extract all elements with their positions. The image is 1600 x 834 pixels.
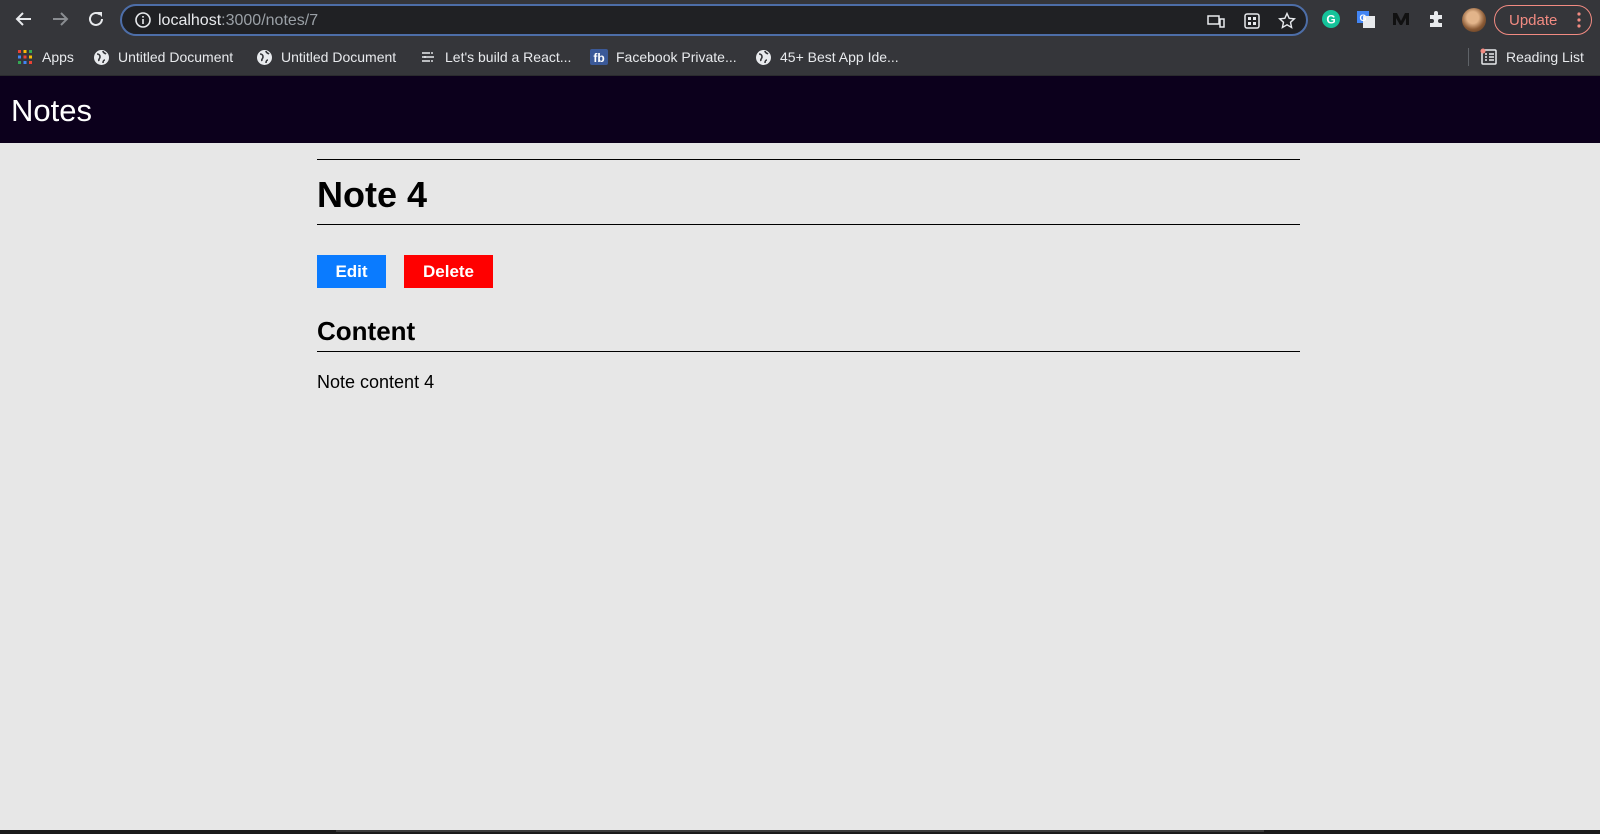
delete-button[interactable]: Delete [404,255,493,288]
title-bottom-divider [317,224,1300,225]
url-host: localhost [158,12,222,29]
bookmark-label: 45+ Best App Ide... [780,49,899,65]
note-actions: Edit Delete [317,255,1300,289]
note-body: Note content 4 [317,372,435,392]
forward-arrow-icon [53,12,69,26]
site-info-icon[interactable] [134,11,152,34]
google-translate-icon[interactable]: G [1355,8,1377,30]
globe-icon [255,48,273,66]
edit-button[interactable]: Edit [317,255,386,288]
reading-list-label: Reading List [1506,49,1584,65]
app-title[interactable]: Notes [11,93,92,129]
bookmark-lets-build-react[interactable]: Let's build a React... [419,47,571,67]
app-header: Notes [0,76,1600,143]
reload-icon [89,11,103,26]
note-title: Note 4 [317,174,428,215]
update-label: Update [1509,11,1558,29]
reading-list-button[interactable]: Reading List [1480,47,1584,67]
svg-text:G: G [1326,13,1335,27]
reading-list-icon [1480,48,1498,66]
title-top-divider [317,159,1300,160]
qr-code-icon[interactable] [1242,11,1262,31]
note-container: Note 4 Edit Delete Content Note content … [317,159,1300,393]
globe-icon [754,48,772,66]
bookmark-star-icon[interactable] [1277,11,1297,31]
bookmark-label: Untitled Document [118,49,234,65]
apps-grid-icon [16,48,34,66]
content-section-title: Content [317,316,416,346]
svg-text:fb: fb [593,51,604,65]
bookmark-apps[interactable]: Apps [16,47,74,67]
bookmark-label: Apps [42,49,74,65]
menu-dots-icon [1577,12,1581,32]
bookmark-label: Let's build a React... [445,49,572,65]
forward-button[interactable] [47,6,73,32]
browser-toolbar: localhost:3000/notes/7 G G Update [0,0,1600,38]
bookmark-untitled-document-2[interactable]: Untitled Document [255,47,396,67]
bookmarks-separator [1468,48,1469,66]
back-arrow-icon [15,12,31,26]
bookmark-untitled-document-1[interactable]: Untitled Document [92,47,233,67]
bookmark-facebook-private[interactable]: fb Facebook Private... [590,47,737,67]
medium-icon[interactable] [1390,8,1412,30]
bookmark-label: Untitled Document [281,49,397,65]
fb-icon: fb [590,48,608,66]
url-text: localhost:3000/notes/7 [158,12,318,30]
bookmarks-bar: Apps Untitled Document Untitled Document… [0,38,1600,76]
update-button[interactable]: Update [1494,5,1592,35]
url-path: :3000/notes/7 [221,12,319,29]
list-icon [419,48,437,66]
svg-text:G: G [1359,13,1366,23]
bookmark-best-app-ideas[interactable]: 45+ Best App Ide... [754,47,899,67]
window-bottom-edge [0,830,1600,834]
back-button[interactable] [11,6,37,32]
address-bar[interactable]: localhost:3000/notes/7 [120,4,1308,36]
reload-button[interactable] [83,6,109,32]
content-divider [317,351,1300,352]
profile-avatar[interactable] [1462,8,1486,32]
extensions-puzzle-icon[interactable] [1425,8,1447,30]
bookmark-label: Facebook Private... [616,49,737,65]
cast-icon[interactable] [1206,11,1226,31]
grammarly-icon[interactable]: G [1320,8,1342,30]
globe-icon [92,48,110,66]
